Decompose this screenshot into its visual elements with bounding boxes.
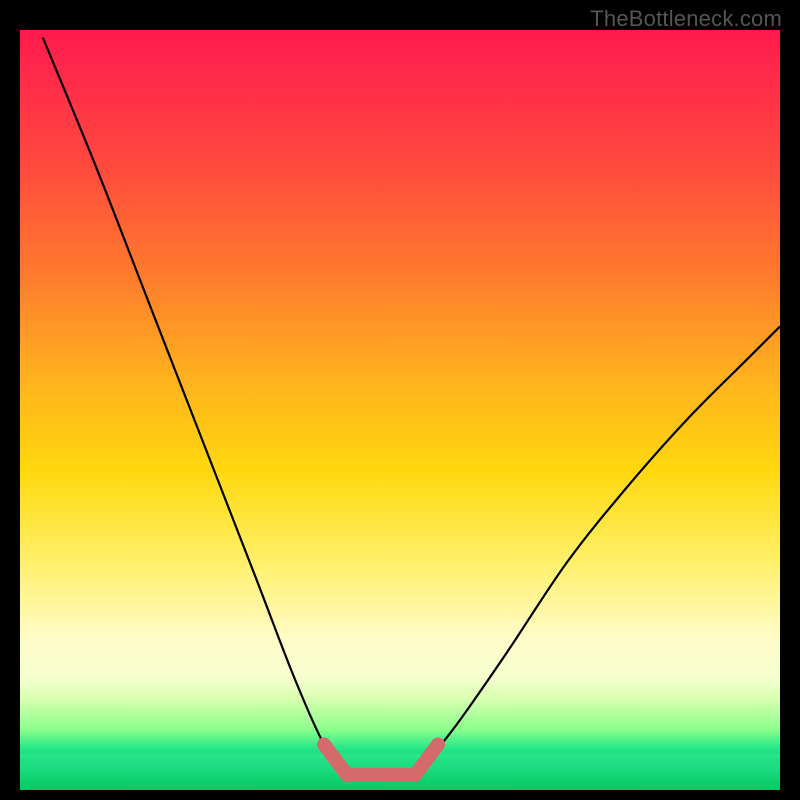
bottom-marker xyxy=(324,744,438,774)
chart-svg xyxy=(20,30,780,790)
plot-area xyxy=(20,30,780,790)
left-curve xyxy=(43,38,347,775)
right-curve xyxy=(415,326,780,774)
chart-frame: TheBottleneck.com xyxy=(0,0,800,800)
watermark-text: TheBottleneck.com xyxy=(590,6,782,32)
